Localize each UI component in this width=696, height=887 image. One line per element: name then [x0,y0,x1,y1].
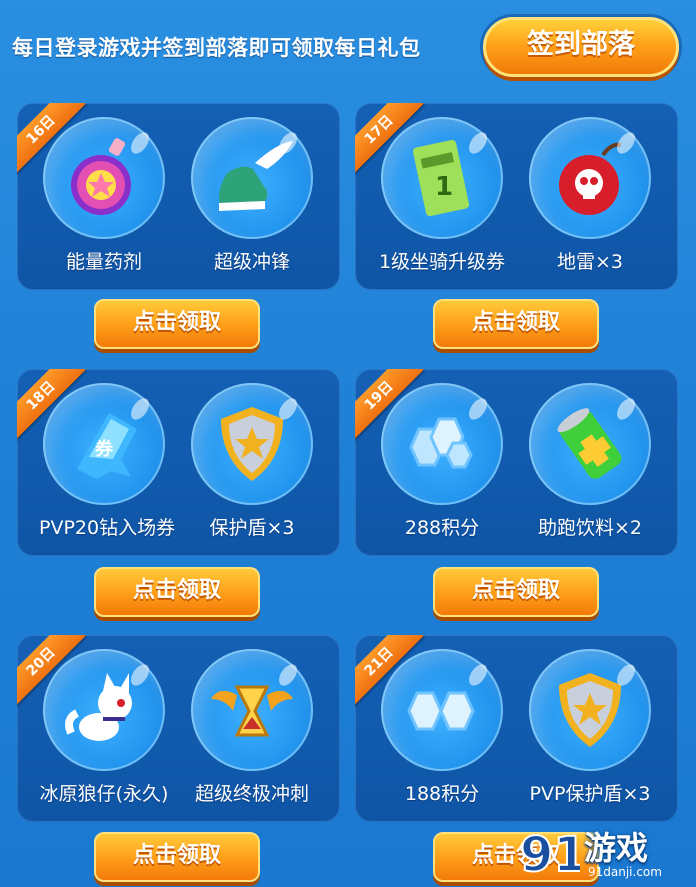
claim-button-day-18[interactable]: 点击领取 [94,567,260,617]
reward-item: 冰原狼仔(永久) [39,649,169,806]
item-label: 地雷×3 [556,251,623,273]
item-bubble [529,649,651,771]
item-bubble: 券 [43,383,165,505]
item-label: PVP20钻入场券 [39,517,176,539]
points-icon [407,691,475,731]
reward-item: 288积分 [377,383,507,540]
claim-button-day-20[interactable]: 点击领取 [94,832,260,882]
item-bubble [191,649,313,771]
reward-item: PVP保护盾×3 [525,649,655,806]
reward-item: 超级终极冲刺 [187,649,317,806]
item-label: 1级坐骑升级券 [378,251,506,273]
item-bubble [529,117,651,239]
reward-card-day-17: 17日 1 1级坐骑升级券 地雷×3 [355,103,678,290]
item-label: 288积分 [404,517,480,539]
claim-button-day-19[interactable]: 点击领取 [433,567,599,617]
watermark-logo-text: 91 [520,827,580,881]
item-label: PVP保护盾×3 [529,783,651,805]
winged-hourglass-icon [211,685,293,737]
svg-text:1: 1 [435,172,453,202]
item-bubble [381,649,503,771]
item-label: 保护盾×3 [209,517,295,539]
item-bubble [191,117,313,239]
points-icon [409,417,473,469]
item-bubble: 1 [381,117,503,239]
item-label: 超级冲锋 [213,251,290,273]
item-label: 冰原狼仔(永久) [39,783,169,805]
header-text: 每日登录游戏并签到部落即可领取每日礼包 [12,36,421,60]
reward-item: 保护盾×3 [187,383,317,540]
item-bubble [381,383,503,505]
ticket-icon: 1 [412,139,470,217]
watermark-logo: 91 [519,826,580,881]
shield-icon [221,407,283,481]
reward-card-day-21: 21日 188积分 PVP保护盾×3 [355,635,678,822]
drink-can-icon [557,408,622,479]
claim-button-day-17[interactable]: 点击领取 [433,299,599,349]
watermark-url: 91danji.com [588,865,662,879]
svg-text:券: 券 [94,438,114,460]
claim-button-day-16[interactable]: 点击领取 [94,299,260,349]
reward-item: 券 PVP20钻入场券 [39,383,176,540]
checkin-button[interactable]: 签到部落 [483,17,679,77]
item-bubble [43,649,165,771]
watermark-title: 游戏 [584,829,649,867]
item-bubble [529,383,651,505]
reward-item: 地雷×3 [525,117,655,274]
winged-shoe-icon [219,141,293,211]
reward-card-day-16: 16日 能量药剂 超级冲锋 [17,103,340,290]
reward-item: 能量药剂 [39,117,169,274]
reward-item: 188积分 [377,649,507,806]
wolf-pet-icon [65,673,132,741]
bomb-icon [559,142,622,215]
item-label: 188积分 [404,783,480,805]
watermark: 91 游戏 91danji.com [518,821,688,883]
potion-icon [71,138,131,215]
item-bubble [191,383,313,505]
reward-card-day-18: 18日 券 PVP20钻入场券 保护盾×3 [17,369,340,556]
item-label: 能量药剂 [65,251,142,273]
reward-card-day-20: 20日 冰原狼仔(永久) 超级终极冲刺 [17,635,340,822]
item-label: 助跑饮料×2 [537,517,642,539]
reward-item: 1 1级坐骑升级券 [377,117,507,274]
item-label: 超级终极冲刺 [194,783,309,805]
shield-icon [559,673,621,747]
reward-item: 助跑饮料×2 [525,383,655,540]
voucher-icon: 券 [77,413,137,479]
reward-card-day-19: 19日 288积分 助跑饮料×2 [355,369,678,556]
reward-item: 超级冲锋 [187,117,317,274]
item-bubble [43,117,165,239]
